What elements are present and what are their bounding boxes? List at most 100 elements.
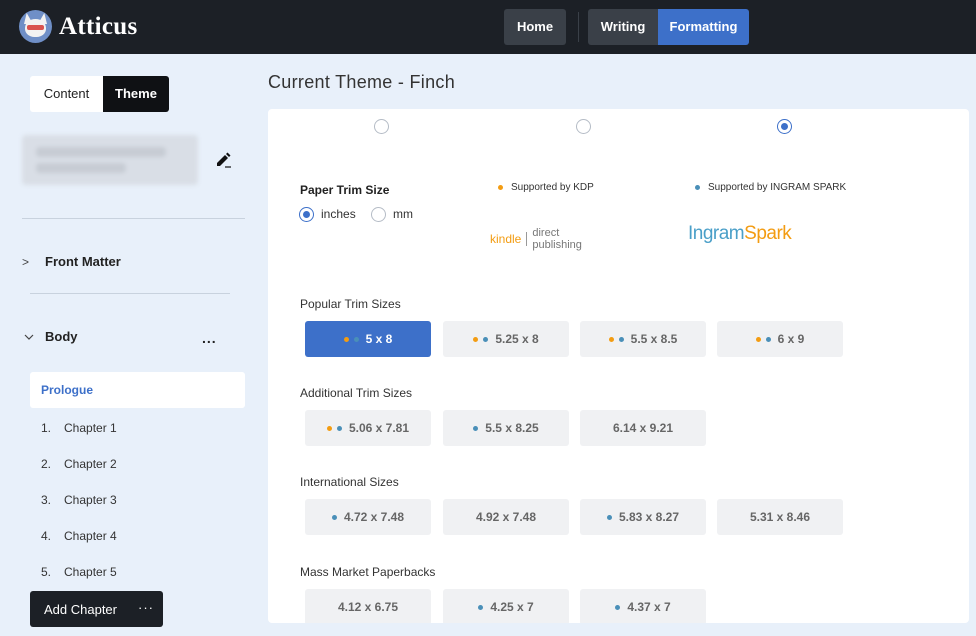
nav-writing-button[interactable]: Writing	[588, 9, 658, 45]
front-matter-toggle[interactable]: > Front Matter	[22, 254, 121, 269]
chapter-number: 3.	[41, 493, 52, 507]
trim-size-label: 5.5 x 8.25	[485, 421, 539, 435]
chapter-title: Chapter 4	[64, 529, 117, 543]
tab-theme[interactable]: Theme	[103, 76, 169, 112]
kdp-dot-icon	[608, 336, 614, 342]
kdp-dot-icon	[473, 336, 479, 342]
kindle-direct-publishing-logo: kindle direct publishing	[490, 227, 582, 251]
trim-size-label: 6 x 9	[777, 332, 805, 346]
kdp-dot-icon	[755, 336, 761, 342]
ingram-dot-icon	[473, 425, 479, 431]
trim-size-button[interactable]: 5.25 x 8	[443, 321, 569, 357]
layout-option-radio[interactable]	[374, 119, 389, 134]
ingram-dot-icon	[353, 336, 359, 342]
trim-size-button[interactable]: 4.37 x 7	[580, 589, 706, 623]
nav-divider	[578, 12, 579, 42]
chapter-number: 5.	[41, 565, 52, 579]
trim-size-label: 5.06 x 7.81	[348, 421, 410, 435]
sidebar-tabs: Content Theme	[30, 76, 169, 112]
ingram-dot-icon	[483, 336, 489, 342]
add-chapter-more-icon[interactable]: ···	[138, 591, 154, 625]
add-chapter-label: Add Chapter	[44, 602, 117, 617]
trim-size-button[interactable]: 4.25 x 7	[443, 589, 569, 623]
trim-size-button[interactable]: 4.92 x 7.48	[443, 499, 569, 535]
trim-size-label: 4.37 x 7	[627, 600, 671, 614]
trim-group-label: Additional Trim Sizes	[300, 386, 413, 400]
chevron-down-icon	[24, 334, 34, 340]
chapter-title: Chapter 2	[64, 457, 117, 471]
unit-inches-radio[interactable]	[299, 207, 314, 222]
unit-inches-label: inches	[321, 207, 356, 221]
front-matter-label: Front Matter	[45, 254, 121, 269]
ingram-dot-icon	[618, 336, 624, 342]
kdp-dot-icon	[343, 336, 349, 342]
legend-kdp-label: Supported by KDP	[511, 182, 594, 193]
page-title: Current Theme - Finch	[268, 72, 456, 92]
trim-size-button[interactable]: 4.72 x 7.48	[305, 499, 431, 535]
sidebar-item-prologue[interactable]: Prologue	[30, 372, 245, 408]
body-label: Body	[45, 329, 78, 344]
trim-size-button[interactable]: 5.5 x 8.5	[580, 321, 706, 357]
unit-mm-label: mm	[393, 207, 413, 221]
trim-size-label: 4.12 x 6.75	[337, 600, 399, 614]
trim-size-label: 6.14 x 9.21	[612, 421, 674, 435]
top-bar: Atticus Home Writing Formatting	[0, 0, 976, 54]
layout-option-radio[interactable]	[777, 119, 792, 134]
trim-size-label: 4.25 x 7	[490, 600, 534, 614]
ingram-dot-icon	[765, 336, 771, 342]
trim-size-button[interactable]: 6 x 9	[717, 321, 843, 357]
layout-option-radio[interactable]	[576, 119, 591, 134]
trim-size-button[interactable]: 6.14 x 9.21	[580, 410, 706, 446]
ingram-dot-icon	[695, 185, 700, 190]
paper-trim-size-label: Paper Trim Size	[300, 183, 390, 197]
kdp-dot-icon	[326, 425, 332, 431]
chapter-number: 4.	[41, 529, 52, 543]
tab-content[interactable]: Content	[30, 76, 103, 112]
legend-ingram-label: Supported by INGRAM SPARK	[708, 182, 847, 193]
kdp-dot-icon	[498, 185, 503, 190]
nav-home-button[interactable]: Home	[504, 9, 566, 45]
trim-size-label: 5.83 x 8.27	[618, 510, 680, 524]
ingram-dot-icon	[478, 604, 484, 610]
chapter-item[interactable]: 1. Chapter 1	[30, 410, 245, 446]
app-name: Atticus	[59, 12, 138, 40]
app-logo[interactable]: Atticus	[19, 10, 137, 43]
trim-size-label: 4.72 x 7.48	[343, 510, 405, 524]
trim-size-button[interactable]: 4.12 x 6.75	[305, 589, 431, 623]
trim-size-label: 5.25 x 8	[495, 332, 539, 346]
trim-group-label: Mass Market Paperbacks	[300, 565, 436, 579]
ingram-dot-icon	[615, 604, 621, 610]
body-more-button[interactable]: ...	[202, 330, 217, 346]
divider	[22, 218, 245, 219]
trim-size-button[interactable]: 5.83 x 8.27	[580, 499, 706, 535]
unit-mm-radio[interactable]	[371, 207, 386, 222]
edit-pencil-icon[interactable]	[214, 150, 232, 168]
chapter-item[interactable]: 5. Chapter 5	[30, 554, 245, 590]
add-chapter-button[interactable]: Add Chapter ···	[30, 591, 163, 627]
trim-group-label: International Sizes	[300, 475, 399, 489]
ingramspark-logo: IngramSpark	[688, 223, 792, 244]
chapter-item[interactable]: 2. Chapter 2	[30, 446, 245, 482]
cat-logo-icon	[19, 10, 52, 43]
nav-formatting-button[interactable]: Formatting	[658, 9, 749, 45]
chapter-title: Chapter 3	[64, 493, 117, 507]
divider	[30, 293, 230, 294]
trim-size-label: 5 x 8	[365, 332, 393, 346]
trim-size-button[interactable]: 5.06 x 7.81	[305, 410, 431, 446]
trim-size-button[interactable]: 5 x 8	[305, 321, 431, 357]
body-toggle[interactable]: Body	[22, 329, 78, 344]
trim-size-label: 5.5 x 8.5	[630, 332, 678, 346]
chapter-title: Chapter 5	[64, 565, 117, 579]
trim-size-button[interactable]: 5.5 x 8.25	[443, 410, 569, 446]
trim-size-label: 5.31 x 8.46	[749, 510, 811, 524]
ingram-dot-icon	[331, 514, 337, 520]
chapter-item[interactable]: 3. Chapter 3	[30, 482, 245, 518]
chapter-title: Chapter 1	[64, 421, 117, 435]
trim-size-button[interactable]: 5.31 x 8.46	[717, 499, 843, 535]
chapter-item[interactable]: 4. Chapter 4	[30, 518, 245, 554]
ingram-dot-icon	[606, 514, 612, 520]
chapter-number: 1.	[41, 421, 52, 435]
legend-kdp: Supported by KDP	[498, 182, 594, 193]
theme-panel: Paper Trim Size inches mm Supported by K…	[268, 109, 969, 623]
ingram-dot-icon	[336, 425, 342, 431]
